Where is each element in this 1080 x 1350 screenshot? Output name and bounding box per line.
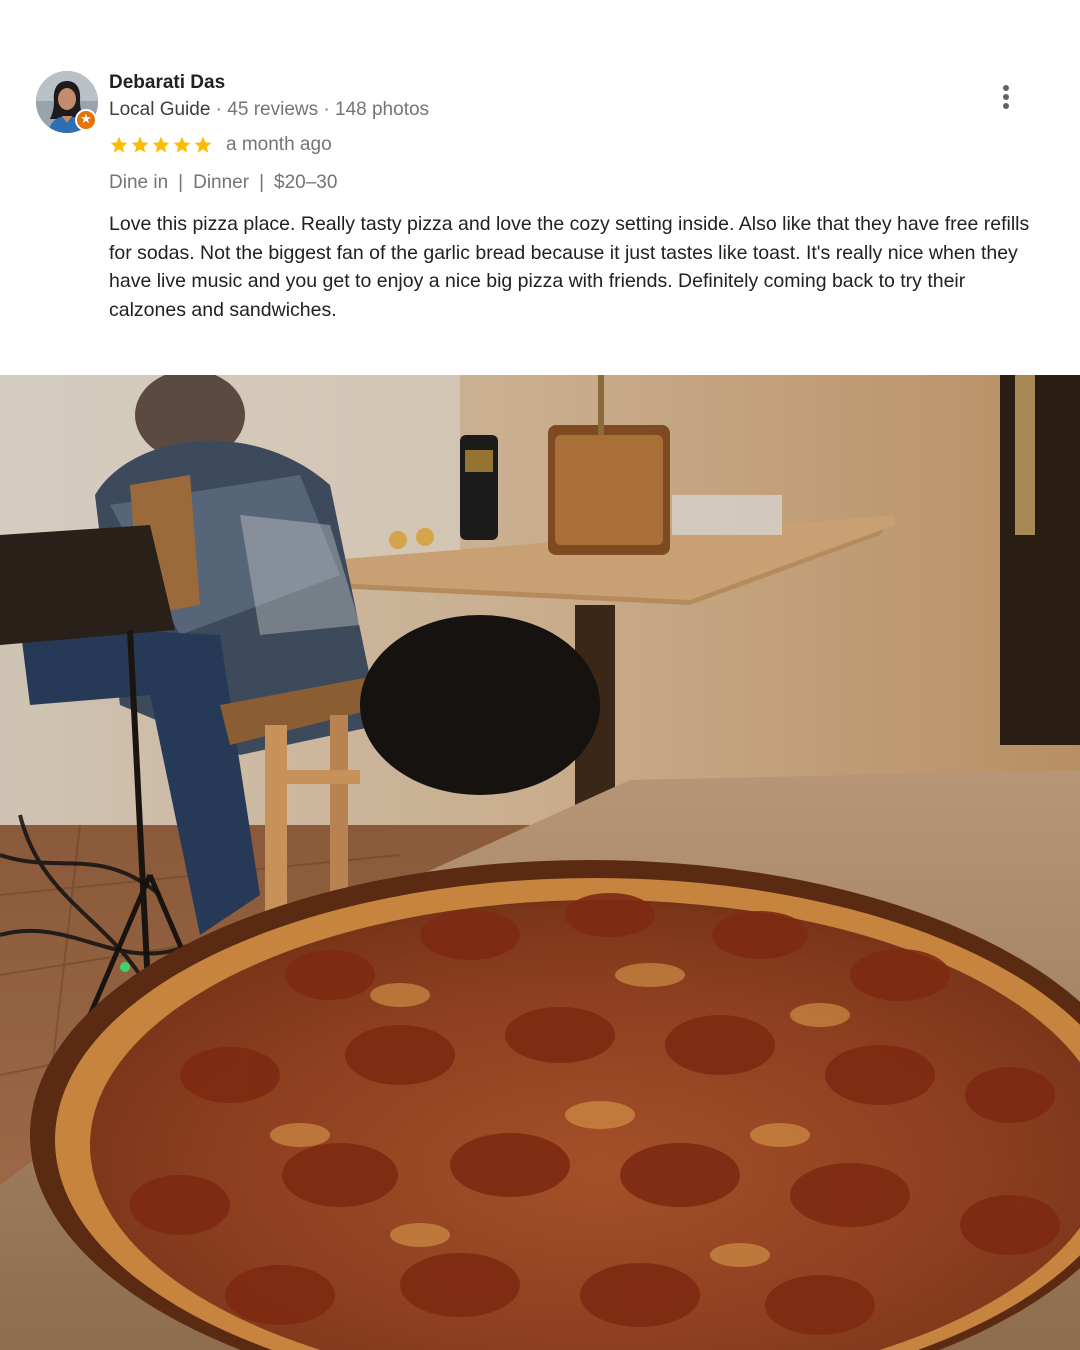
review-card: ★ Debarati Das Local Guide · 45 reviews … — [0, 0, 1080, 375]
music-stand — [0, 525, 175, 645]
tag-separator: | — [178, 172, 184, 193]
avatar[interactable]: ★ — [36, 71, 98, 133]
star-icon — [152, 136, 170, 153]
review-tags: Dine in | Dinner | $20–30 — [109, 172, 337, 194]
more-vert-icon — [1003, 85, 1009, 91]
doorway — [1000, 375, 1080, 745]
photos-count: 148 photos — [335, 99, 430, 120]
more-vert-icon-dot — [1003, 103, 1009, 109]
author-meta: Local Guide · 45 reviews · 148 photos — [109, 99, 429, 121]
tag-meal: Dinner — [193, 172, 250, 193]
star-icon — [173, 136, 191, 153]
tag-dine-in: Dine in — [109, 172, 169, 193]
tag-separator: | — [259, 172, 265, 193]
bag — [360, 615, 600, 795]
meta-separator: · — [210, 99, 228, 120]
rating-row: a month ago — [109, 134, 332, 160]
star-icon — [131, 136, 149, 153]
local-guide-label: Local Guide — [109, 99, 211, 120]
review-time: a month ago — [226, 134, 332, 155]
author-name[interactable]: Debarati Das — [109, 72, 225, 94]
more-vert-icon-dot — [1003, 94, 1009, 100]
more-options-button[interactable] — [993, 82, 1019, 112]
meta-separator: · — [318, 99, 336, 120]
star-icon — [194, 136, 212, 153]
reviews-count: 45 reviews — [227, 99, 319, 120]
review-photo[interactable] — [0, 375, 1080, 1350]
tag-price: $20–30 — [274, 172, 338, 193]
local-guide-badge-icon: ★ — [75, 109, 97, 131]
star-icon — [110, 136, 128, 153]
star-rating — [109, 135, 214, 155]
review-text: Love this pizza place. Really tasty pizz… — [109, 213, 1030, 321]
